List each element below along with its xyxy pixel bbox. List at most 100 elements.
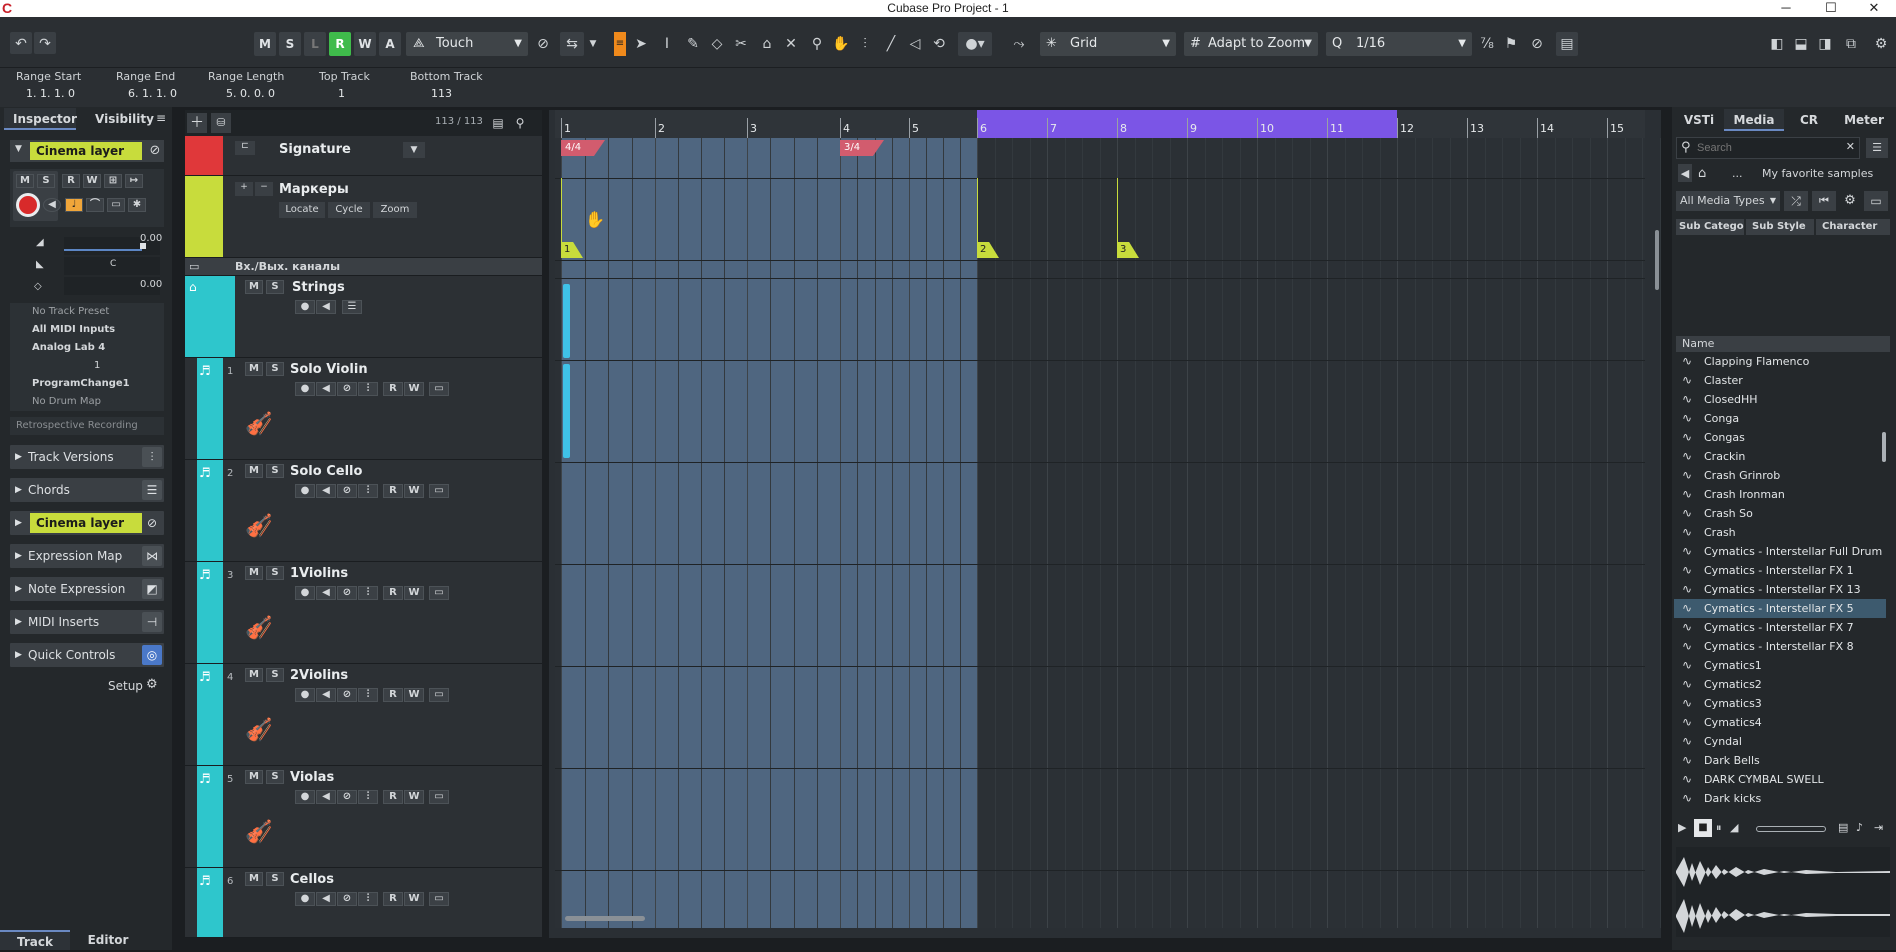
marker-track[interactable]: + − Маркеры Locate Cycle Zoom <box>185 176 542 258</box>
volume-icon[interactable]: ◢ <box>1730 821 1738 834</box>
list-item[interactable]: ∿ Cymatics - Interstellar FX 7 <box>1674 618 1886 637</box>
range-length[interactable]: Range Length 5. 0. 0. 0 <box>208 68 292 108</box>
cycle-button[interactable]: Cycle <box>328 202 370 218</box>
iterative-quantize-icon[interactable]: ⅞ <box>1476 32 1498 56</box>
edit-instrument-icon[interactable]: ⫶ <box>358 892 378 906</box>
track-row[interactable]: ♬ 5 M S Violas ● ◀ ⊘ ⫶ R W ▭ 🎻 <box>185 766 542 868</box>
write-button[interactable]: W <box>404 892 424 906</box>
read-button[interactable]: R <box>383 586 403 600</box>
left-zone-icon[interactable]: ◧ <box>1766 32 1788 56</box>
program-field[interactable]: ProgramChange1 <box>10 375 164 393</box>
write-automation-button[interactable]: W <box>354 32 376 56</box>
write-button[interactable]: W <box>404 586 424 600</box>
comp-tool-icon[interactable]: ⫶ <box>854 32 876 56</box>
edit-instrument-icon[interactable]: ⫶ <box>358 484 378 498</box>
maximize-icon[interactable]: ☐ <box>1809 0 1853 17</box>
list-item[interactable]: ∿ Conga <box>1674 409 1886 428</box>
tab-editor[interactable]: Editor <box>72 930 144 950</box>
minimize-icon[interactable]: ─ <box>1764 0 1808 17</box>
erase-tool-icon[interactable]: ◇ <box>706 32 728 56</box>
lanes-button[interactable]: ▭ <box>429 484 449 498</box>
timebase-icon[interactable]: ⊘ <box>337 688 357 702</box>
write-button[interactable]: W <box>404 382 424 396</box>
glue-tool-icon[interactable]: ⌂ <box>756 32 778 56</box>
draw-tool-icon[interactable]: ✎ <box>682 32 704 56</box>
sub-style-column[interactable]: Sub Style <box>1746 219 1814 235</box>
tool-modifier-icon[interactable]: ≡ <box>614 32 626 56</box>
solo-button[interactable]: S <box>266 770 284 784</box>
window-icon[interactable]: ▭ <box>1864 191 1888 211</box>
solo-all-button[interactable]: S <box>279 32 301 56</box>
autoplay-icon[interactable]: ▤ <box>1838 821 1848 834</box>
section-cinema-layer[interactable]: ▶ Cinema layer ⊘ <box>10 511 164 535</box>
timebase-icon[interactable]: ⊘ <box>337 382 357 396</box>
list-item[interactable]: ∿ Congas <box>1674 428 1886 447</box>
add-marker-icon[interactable]: + <box>235 182 253 196</box>
list-item[interactable]: ∿ Crackin <box>1674 447 1886 466</box>
monitor-icon[interactable]: ◀ <box>316 892 336 906</box>
write-button[interactable]: W <box>83 174 101 188</box>
solo-button[interactable]: S <box>266 362 284 376</box>
mute-button[interactable]: M <box>245 668 263 682</box>
monitor-icon[interactable]: ◀ <box>316 484 336 498</box>
section-track-versions[interactable]: ▶ Track Versions ⫶ <box>10 445 164 469</box>
track-row[interactable]: ♬ 1 M S Solo Violin ● ◀ ⊘ ⫶ R W ▭ 🎻 <box>185 358 542 460</box>
record-icon[interactable]: ● <box>295 300 315 314</box>
read-button[interactable]: R <box>62 174 80 188</box>
grid-type-dropdown[interactable]: # Adapt to Zoom ▼ <box>1184 32 1318 56</box>
lanes-icon[interactable]: ▭ <box>107 198 125 212</box>
track-row[interactable]: ♬ 4 M S 2Violins ● ◀ ⊘ ⫶ R W ▭ 🎻 <box>185 664 542 766</box>
timebase-icon[interactable]: ⊘ <box>337 790 357 804</box>
stop-icon[interactable]: ■ <box>1694 819 1712 837</box>
monitor-icon[interactable]: ◀ <box>316 382 336 396</box>
record-enable-icon[interactable] <box>16 193 40 217</box>
midi-output-field[interactable]: Analog Lab 4 <box>10 339 164 357</box>
media-type-dropdown[interactable]: All Media Types ▼ <box>1676 191 1780 211</box>
ruler[interactable]: 1 2 3 4 5 6 7 8 9 10 11 12 13 14 15 <box>555 110 1645 138</box>
lanes-button[interactable]: ▭ <box>429 382 449 396</box>
list-item[interactable]: ∿ DARK CYMBAL SWELL <box>1674 770 1886 789</box>
mute-button[interactable]: M <box>245 770 263 784</box>
solo-button[interactable]: S <box>266 668 284 682</box>
pause-icon[interactable]: ⏸ <box>1716 821 1722 835</box>
home-icon[interactable]: ⌂ <box>1698 164 1706 184</box>
gear-icon[interactable]: ⚙ <box>1870 32 1892 56</box>
lanes-button[interactable]: ↦ <box>125 174 143 188</box>
monitor-icon[interactable]: ◀ <box>316 688 336 702</box>
edit-instrument-icon[interactable]: ⊘ <box>146 141 164 161</box>
list-item[interactable]: ∿ Dark Bells <box>1674 751 1886 770</box>
solo-button[interactable]: S <box>37 174 55 188</box>
lower-zone-icon[interactable]: ⬓ <box>1790 32 1812 56</box>
timebase-icon[interactable]: ⊘ <box>337 484 357 498</box>
record-icon[interactable]: ● <box>295 586 315 600</box>
settings-icon[interactable]: ✱ <box>128 198 146 212</box>
horizontal-scrollbar[interactable] <box>565 916 645 921</box>
character-column[interactable]: Character <box>1816 219 1890 235</box>
marker-event[interactable]: 2 <box>977 242 999 258</box>
tab-media[interactable]: Media <box>1724 109 1784 131</box>
lanes-button[interactable]: ▭ <box>429 790 449 804</box>
list-item[interactable]: ∿ Cymatics - Interstellar Full Drum L <box>1674 542 1886 561</box>
quantize-apply-icon[interactable]: ⚑ <box>1500 32 1522 56</box>
timebase-icon[interactable]: ⊘ <box>337 586 357 600</box>
range-selection-tool-icon[interactable]: I <box>656 32 678 56</box>
solo-button[interactable]: S <box>266 872 284 886</box>
record-icon[interactable]: ● <box>295 892 315 906</box>
list-item[interactable]: ∿ Cymatics - Interstellar FX 13 <box>1674 580 1886 599</box>
mute-button[interactable]: M <box>245 464 263 478</box>
event-display[interactable]: 1 2 3 4 5 6 7 8 9 10 11 12 13 14 15 4/4 3/4 1 2 3 ✋ <box>549 110 1661 938</box>
breadcrumb-folder[interactable]: My favorite samples <box>1762 164 1873 184</box>
monitor-icon[interactable]: ◀ <box>316 586 336 600</box>
color-menu-icon[interactable]: ●▾ <box>958 32 992 56</box>
mute-button[interactable]: M <box>245 362 263 376</box>
name-column-header[interactable]: Name <box>1676 336 1890 352</box>
list-item[interactable]: ∿ ClosedHH <box>1674 390 1886 409</box>
tab-meter[interactable]: Meter <box>1834 109 1894 131</box>
search-icon[interactable]: ⚲ <box>511 114 529 132</box>
list-item[interactable]: ∿ Cymatics3 <box>1674 694 1886 713</box>
section-note-expression[interactable]: ▶ Note Expression ◩ <box>10 577 164 601</box>
preview-volume-slider[interactable] <box>1756 826 1826 832</box>
right-zone-icon[interactable]: ◨ <box>1814 32 1836 56</box>
signature-folder-icon[interactable]: ⊏ <box>235 141 255 155</box>
list-item[interactable]: ∿ Crash Grinrob <box>1674 466 1886 485</box>
